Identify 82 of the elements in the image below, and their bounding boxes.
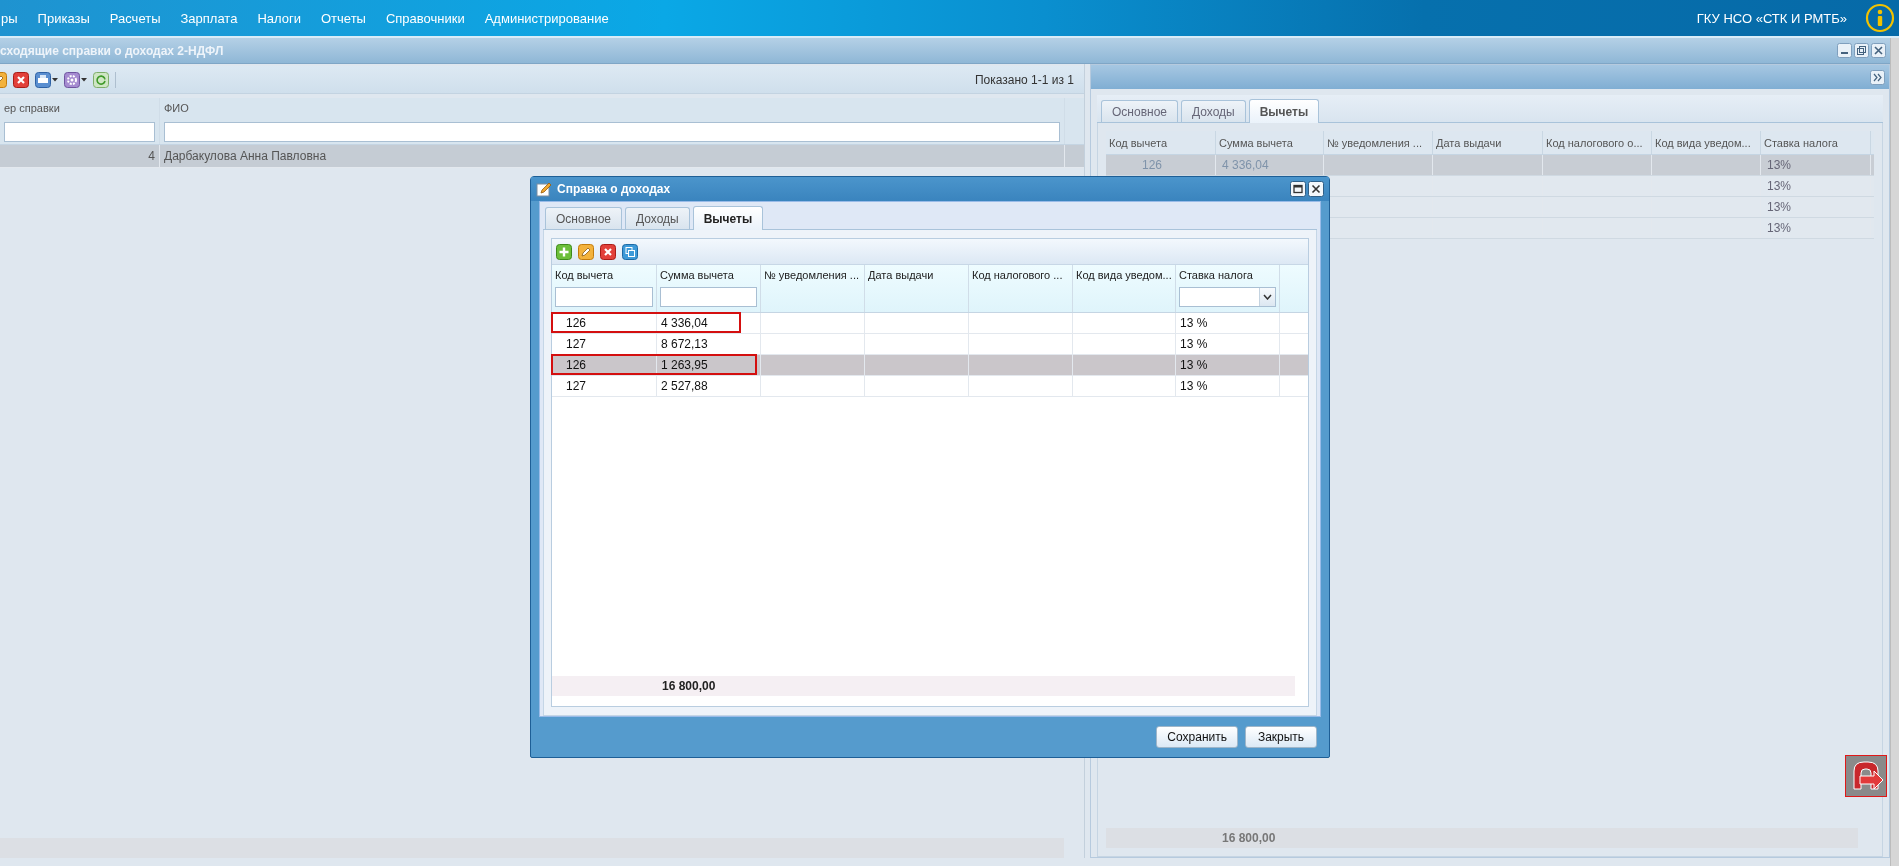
- table-row[interactable]: 127 2 527,88 13 %: [552, 376, 1308, 397]
- column-header[interactable]: Код вычета: [555, 269, 653, 281]
- dialog-button[interactable]: Сохранить: [1156, 726, 1238, 748]
- tab[interactable]: Доходы: [625, 207, 690, 229]
- table-cell: 13%: [1767, 221, 1792, 235]
- edit-document-icon: [536, 181, 552, 197]
- dialog-button[interactable]: Закрыть: [1245, 726, 1317, 748]
- scrollbar[interactable]: [1890, 38, 1899, 866]
- column-header[interactable]: Дата выдачи: [868, 269, 965, 281]
- column-header[interactable]: Сумма вычета: [660, 269, 757, 281]
- column-header[interactable]: Ставка налога: [1764, 136, 1867, 149]
- column-header[interactable]: Сумма вычета: [1219, 136, 1320, 149]
- table-cell: Дарбакулова Анна Павловна: [164, 149, 327, 163]
- organization-name: ГКУ НСО «СТК И РМТБ»: [1696, 10, 1847, 26]
- column-header[interactable]: Код вида уведом...: [1655, 136, 1757, 149]
- table-cell: 126: [1142, 158, 1163, 172]
- printer-icon[interactable]: [35, 71, 51, 88]
- menu-item[interactable]: ры: [1, 10, 18, 26]
- table-cell: 13 %: [1180, 358, 1208, 372]
- table-row[interactable]: 4 Дарбакулова Анна Павловна: [0, 145, 1084, 168]
- pencil-icon[interactable]: [578, 243, 594, 260]
- tab[interactable]: Основное: [545, 207, 622, 229]
- table-row[interactable]: 126 4 336,04 13 %: [552, 313, 1308, 334]
- caret-icon: [1263, 294, 1272, 300]
- tab[interactable]: Вычеты: [1248, 99, 1320, 123]
- table-row[interactable]: 126 1 263,95 13 %: [552, 355, 1308, 376]
- table-cell: 13%: [1767, 158, 1792, 172]
- total-amount: 16 800,00: [1222, 831, 1276, 845]
- caret-icon[interactable]: [81, 77, 87, 82]
- close-button[interactable]: [1308, 181, 1324, 197]
- table-cell: 4: [148, 149, 155, 163]
- tab[interactable]: Основное: [1101, 100, 1178, 122]
- table-cell: 13%: [1767, 179, 1792, 193]
- table-cell: 4 336,04: [1222, 158, 1269, 172]
- table-cell: 13 %: [1180, 337, 1208, 351]
- close-button[interactable]: [1871, 43, 1886, 58]
- tab[interactable]: Доходы: [1181, 100, 1246, 122]
- table-row[interactable]: 126 4 336,04 13%: [1106, 155, 1874, 176]
- delete-icon[interactable]: [600, 243, 616, 260]
- restore-button[interactable]: [1854, 43, 1869, 58]
- menu-item[interactable]: Приказы: [37, 10, 90, 26]
- filter-field[interactable]: [4, 122, 155, 142]
- table-cell: 1 263,95: [661, 358, 708, 372]
- minimize-button[interactable]: [1837, 43, 1852, 58]
- refresh-icon[interactable]: [93, 71, 109, 88]
- table-cell: 126: [566, 316, 587, 330]
- delete-icon[interactable]: [13, 71, 29, 88]
- paging-status: Показано 1-1 из 1: [974, 72, 1074, 87]
- dialog-title: Справка о доходах: [557, 182, 672, 196]
- table-cell: 13 %: [1180, 316, 1208, 330]
- tab[interactable]: Вычеты: [692, 206, 764, 230]
- column-header[interactable]: № уведомления ...: [764, 269, 861, 281]
- table-cell: 13%: [1767, 200, 1792, 214]
- column-header[interactable]: Код вычета: [1109, 136, 1212, 149]
- expand-button[interactable]: [1870, 69, 1885, 85]
- caret-icon[interactable]: [52, 77, 58, 82]
- add-icon[interactable]: [556, 243, 572, 260]
- filter-field[interactable]: [555, 287, 653, 307]
- table-cell: 13 %: [1180, 379, 1208, 393]
- column-header[interactable]: № уведомления ...: [1327, 136, 1429, 149]
- column-header[interactable]: Код налогового о...: [1546, 136, 1648, 149]
- table-cell: 4 336,04: [661, 316, 708, 330]
- column-header[interactable]: Дата выдачи: [1436, 136, 1539, 149]
- column-header[interactable]: ер справки: [4, 102, 155, 114]
- info-icon[interactable]: [1865, 3, 1895, 33]
- total-amount: 16 800,00: [662, 679, 716, 693]
- table-cell: 127: [566, 337, 587, 351]
- gear-icon[interactable]: [64, 71, 80, 88]
- column-header[interactable]: ФИО: [164, 102, 1060, 114]
- table-cell: 8 672,13: [661, 337, 708, 351]
- filter-field[interactable]: [660, 287, 757, 307]
- column-header[interactable]: Код налогового ...: [972, 269, 1069, 281]
- table-cell: 127: [566, 379, 587, 393]
- column-header[interactable]: Код вида уведом...: [1076, 269, 1172, 281]
- maximize-button[interactable]: [1290, 181, 1306, 197]
- window-title: сходящие справки о доходах 2-НДФЛ: [0, 43, 225, 58]
- table-cell: 126: [566, 358, 587, 372]
- menu-item[interactable]: Расчеты: [109, 10, 161, 26]
- filter-field[interactable]: [164, 122, 1060, 142]
- copy-icon[interactable]: [622, 243, 638, 260]
- table-cell: 2 527,88: [661, 379, 708, 393]
- column-header[interactable]: Ставка налога: [1179, 269, 1276, 281]
